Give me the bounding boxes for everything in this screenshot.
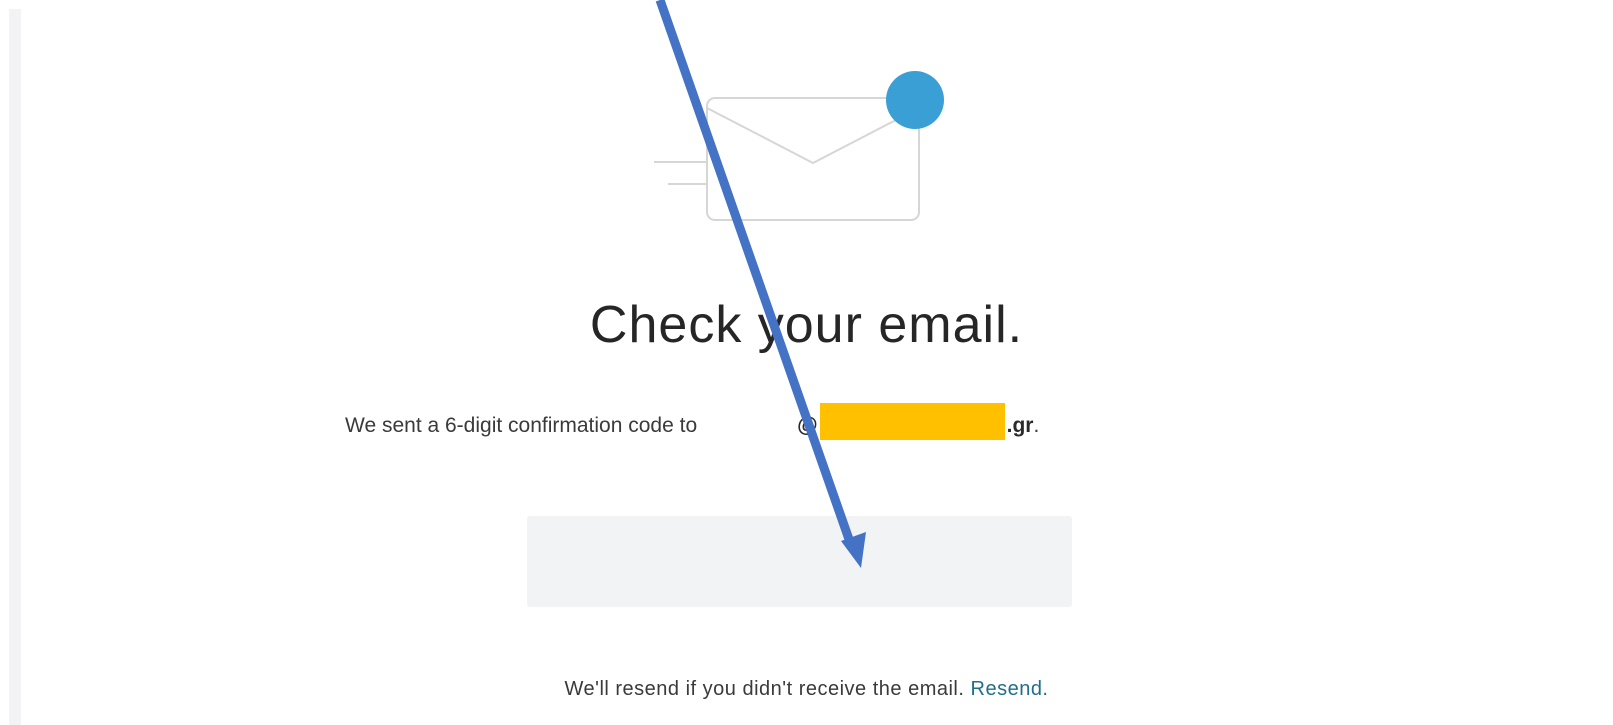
redaction-block (819, 403, 1005, 440)
confirmation-message-text: We sent a 6-digit confirmation code to (345, 414, 698, 437)
resend-link[interactable]: Resend. (971, 678, 1049, 700)
confirmation-message: We sent a 6-digit confirmation code to @… (345, 395, 1040, 440)
page-title: Check your email. (589, 296, 1024, 354)
email-at-sign: @ (797, 414, 818, 437)
envelope-icon (654, 71, 944, 221)
confirm-email-page: Check your email. We sent a 6-digit conf… (0, 0, 1613, 725)
confirmation-code-input[interactable] (527, 516, 1072, 607)
resend-notice-text: We'll resend if you didn't receive the e… (564, 678, 965, 700)
email-domain-suffix: .gr (1006, 414, 1034, 437)
notification-dot-icon (886, 71, 944, 129)
left-scroll-edge (9, 9, 21, 725)
resend-notice: We'll resend if you didn't receive the e… (0, 678, 1613, 701)
message-period: . (1033, 414, 1040, 437)
